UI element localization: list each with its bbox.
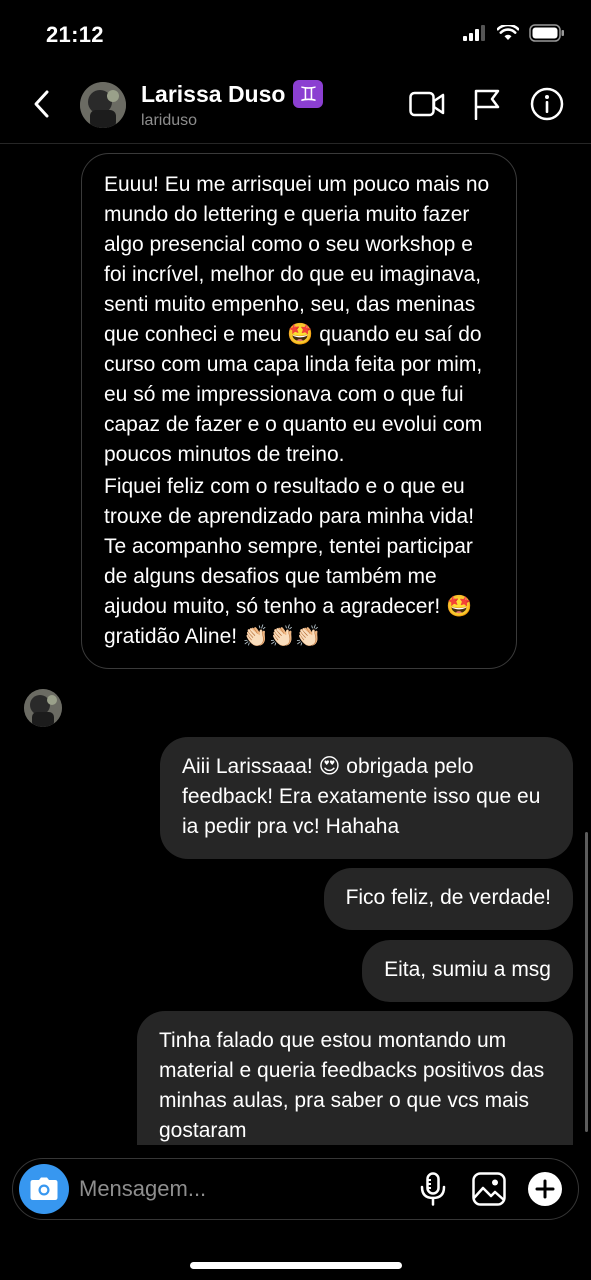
report-button[interactable] bbox=[469, 86, 505, 122]
contact-handle: lariduso bbox=[141, 112, 198, 129]
info-icon bbox=[530, 87, 564, 121]
microphone-icon bbox=[420, 1172, 446, 1206]
composer-actions bbox=[414, 1170, 564, 1208]
contact-name[interactable]: Larissa Duso ♊ bbox=[141, 80, 324, 108]
gallery-icon bbox=[472, 1172, 506, 1206]
outgoing-message[interactable]: Aiii Larissaaa! 😍 obrigada pelo feedback… bbox=[160, 737, 573, 859]
header-actions bbox=[409, 86, 565, 122]
chat-header: Larissa Duso ♊ lariduso bbox=[0, 70, 591, 144]
flag-icon bbox=[474, 89, 500, 120]
contact-avatar[interactable] bbox=[80, 82, 126, 128]
message-paragraph: Euuu! Eu me arrisquei um pouco mais no m… bbox=[104, 173, 490, 466]
chevron-left-icon bbox=[34, 90, 49, 118]
outgoing-message[interactable]: Eita, sumiu a msg bbox=[362, 940, 573, 1002]
outgoing-message[interactable]: Fico feliz, de verdade! bbox=[323, 868, 573, 930]
video-call-button[interactable] bbox=[409, 86, 445, 122]
plus-icon bbox=[528, 1172, 562, 1206]
message-composer bbox=[12, 1158, 579, 1220]
more-options-button[interactable] bbox=[526, 1170, 564, 1208]
message-paragraph: Fiquei feliz com o resultado e o que eu … bbox=[104, 475, 475, 648]
scrollbar[interactable] bbox=[585, 832, 588, 1132]
status-icons bbox=[463, 24, 565, 42]
voice-message-button[interactable] bbox=[414, 1170, 452, 1208]
camera-icon bbox=[30, 1177, 58, 1200]
sender-avatar[interactable] bbox=[24, 689, 62, 727]
video-camera-icon bbox=[409, 91, 445, 117]
gemini-emoji: ♊ bbox=[293, 80, 324, 108]
back-button[interactable] bbox=[26, 86, 56, 122]
home-indicator[interactable] bbox=[190, 1262, 402, 1269]
contact-name-text: Larissa Duso bbox=[141, 80, 286, 107]
outgoing-message[interactable]: Tinha falado que estou montando um mater… bbox=[137, 1011, 573, 1145]
wifi-icon bbox=[497, 25, 519, 40]
battery-icon bbox=[529, 24, 564, 42]
status-time: 21:12 bbox=[46, 22, 104, 47]
info-button[interactable] bbox=[529, 86, 565, 122]
camera-button[interactable] bbox=[19, 1164, 69, 1214]
avatar-photo bbox=[24, 689, 62, 727]
message-input[interactable] bbox=[79, 1171, 379, 1207]
gallery-button[interactable] bbox=[470, 1170, 508, 1208]
status-bar: 21:12 bbox=[0, 0, 591, 70]
avatar-photo bbox=[80, 82, 126, 128]
signal-icon bbox=[463, 25, 485, 41]
incoming-message[interactable]: Euuu! Eu me arrisquei um pouco mais no m… bbox=[81, 153, 517, 669]
